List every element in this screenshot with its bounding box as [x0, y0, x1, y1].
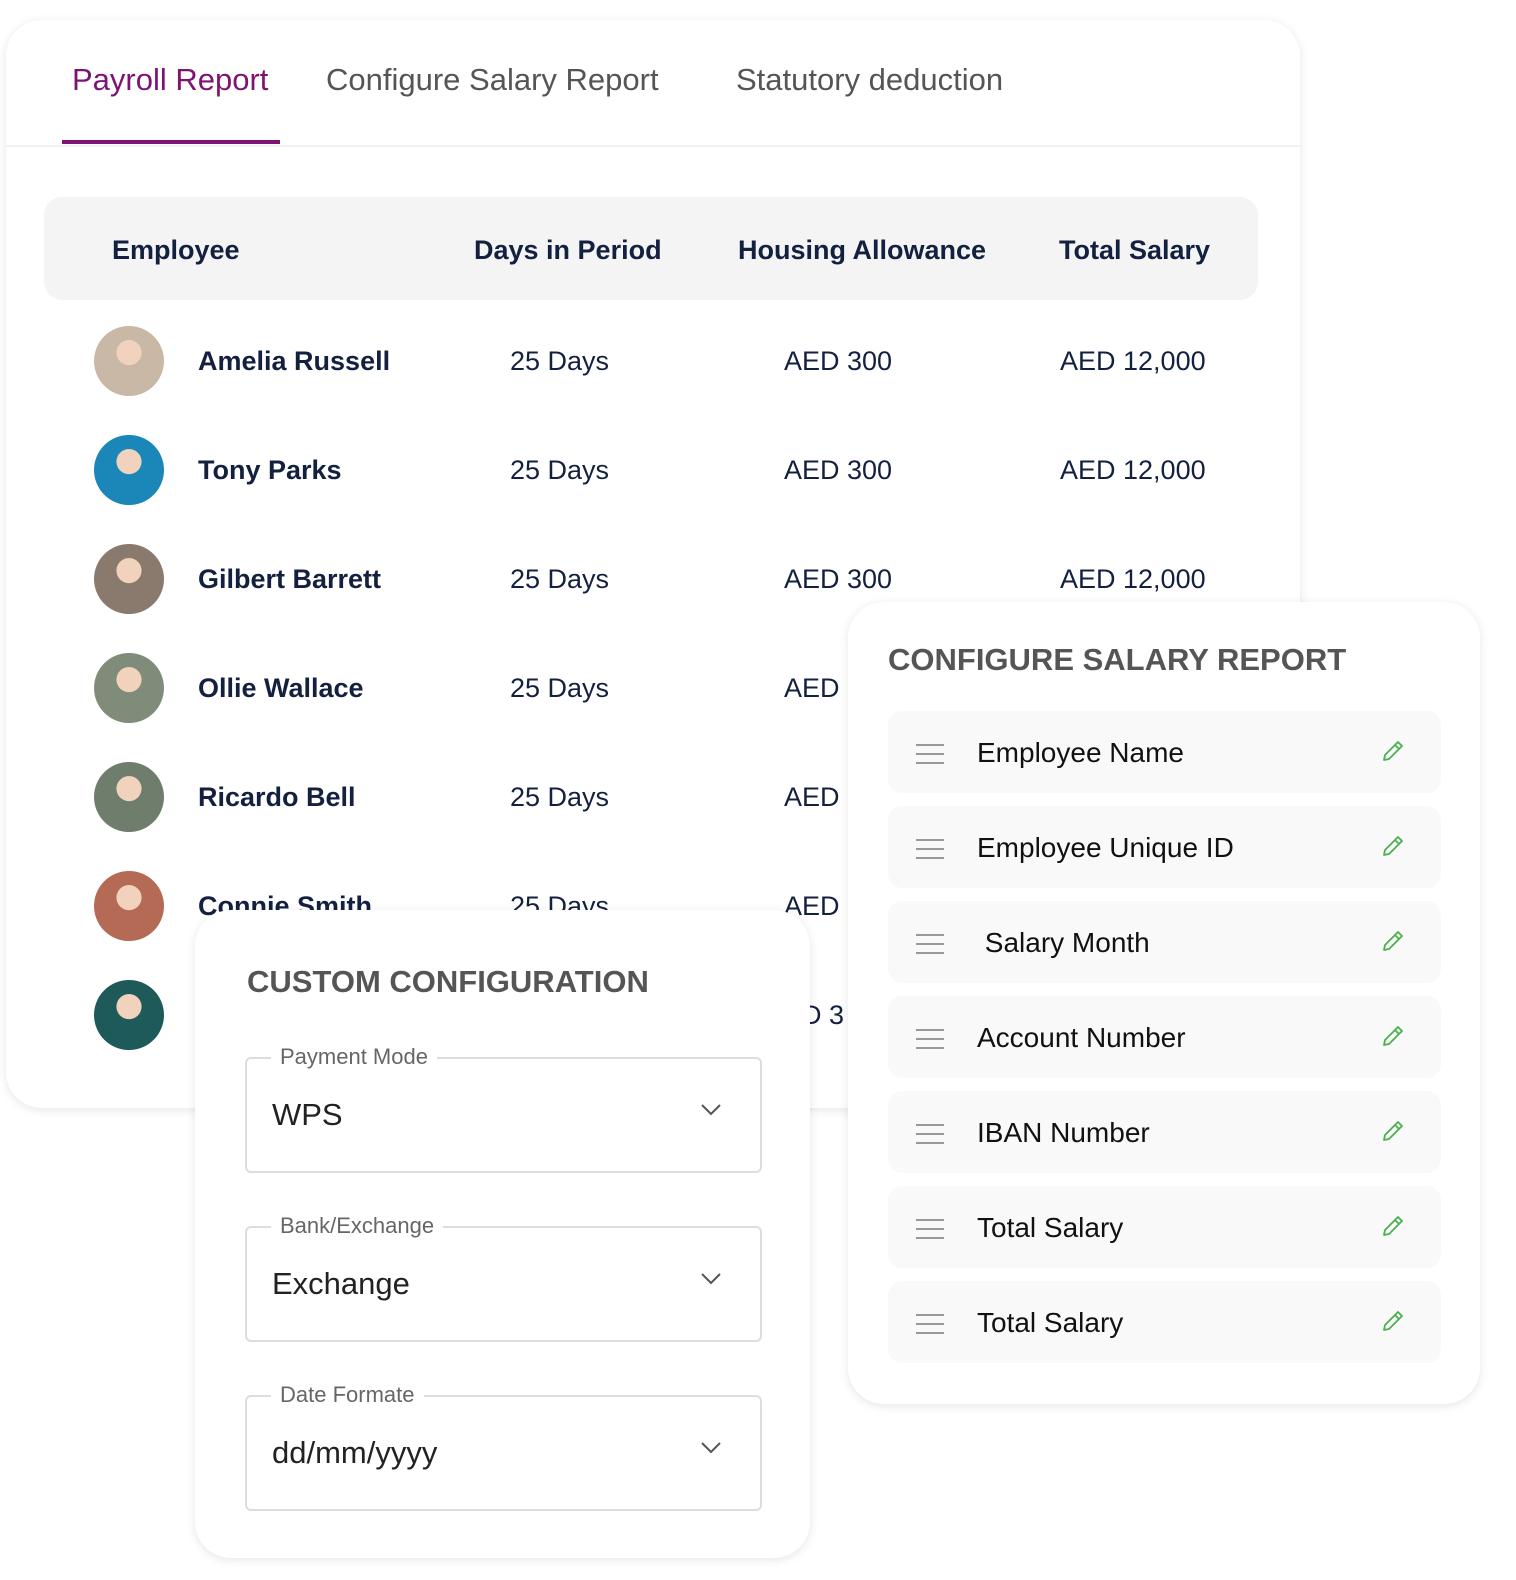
edit-pencil-icon[interactable] [1381, 1309, 1405, 1333]
report-field-item[interactable]: Employee Unique ID [888, 806, 1441, 888]
employee-name[interactable]: Ollie Wallace [198, 673, 364, 704]
column-header-total: Total Salary [1059, 235, 1211, 265]
table-row[interactable]: Amelia Russell 25 Days AED 300 AED 12,00… [6, 326, 1300, 426]
avatar [94, 980, 164, 1050]
field-label: Date Formate [271, 1382, 424, 1408]
report-field-label: Employee Name [977, 737, 1184, 768]
select-field[interactable]: Payment Mode WPS [245, 1044, 762, 1173]
table-header: Employee Days in Period Housing Allowanc… [44, 197, 1258, 300]
employee-name[interactable]: Ricardo Bell [198, 782, 356, 813]
tab-bar: Payroll Report Configure Salary Report S… [6, 20, 1300, 147]
edit-pencil-icon[interactable] [1381, 739, 1405, 763]
active-tab-indicator [62, 140, 280, 144]
edit-pencil-icon[interactable] [1381, 834, 1405, 858]
edit-pencil-icon[interactable] [1381, 929, 1405, 953]
avatar [94, 544, 164, 614]
table-row[interactable]: Tony Parks 25 Days AED 300 AED 12,000 [6, 435, 1300, 535]
report-field-label: IBAN Number [977, 1117, 1150, 1148]
avatar [94, 653, 164, 723]
report-field-item[interactable]: Account Number [888, 996, 1441, 1078]
days-in-period: 25 Days [510, 673, 610, 703]
report-field-label: Employee Unique ID [977, 832, 1234, 863]
drag-handle-icon[interactable] [916, 933, 944, 955]
drag-handle-icon[interactable] [916, 1123, 944, 1145]
custom-configuration-card: CUSTOM CONFIGURATION Payment Mode WPS Ba… [195, 910, 810, 1558]
column-header-employee: Employee [112, 235, 240, 265]
housing-allowance: AED 300 [784, 455, 893, 485]
chevron-down-icon[interactable] [700, 1103, 722, 1117]
drag-handle-icon[interactable] [916, 1028, 944, 1050]
days-in-period: 25 Days [510, 346, 610, 376]
edit-pencil-icon[interactable] [1381, 1119, 1405, 1143]
drag-handle-icon[interactable] [916, 743, 944, 765]
report-field-label: Salary Month [977, 927, 1150, 958]
column-header-housing: Housing Allowance [738, 235, 987, 265]
drag-handle-icon[interactable] [916, 1218, 944, 1240]
chevron-down-icon[interactable] [700, 1272, 722, 1286]
column-header-days: Days in Period [474, 235, 662, 265]
total-salary: AED 12,000 [1060, 564, 1206, 594]
field-value: WPS [272, 1097, 343, 1132]
field-value: dd/mm/yyyy [272, 1435, 438, 1470]
days-in-period: 25 Days [510, 782, 610, 812]
total-salary: AED 12,000 [1060, 346, 1206, 376]
select-field[interactable]: Bank/Exchange Exchange [245, 1213, 762, 1342]
configure-salary-report-title: CONFIGURE SALARY REPORT [888, 642, 1347, 677]
drag-handle-icon[interactable] [916, 838, 944, 860]
tab-configure-salary-report[interactable]: Configure Salary Report [326, 62, 659, 98]
tab-payroll-report[interactable]: Payroll Report [72, 62, 268, 98]
avatar [94, 762, 164, 832]
report-field-item[interactable]: IBAN Number [888, 1091, 1441, 1173]
report-field-item[interactable]: Employee Name [888, 711, 1441, 793]
field-label: Payment Mode [271, 1044, 437, 1070]
employee-name[interactable]: Amelia Russell [198, 346, 390, 377]
tab-statutory-deduction[interactable]: Statutory deduction [736, 62, 1003, 98]
edit-pencil-icon[interactable] [1381, 1214, 1405, 1238]
report-field-item[interactable]: Salary Month [888, 901, 1441, 983]
employee-name[interactable]: Tony Parks [198, 455, 342, 486]
days-in-period: 25 Days [510, 455, 610, 485]
avatar [94, 326, 164, 396]
chevron-down-icon[interactable] [700, 1441, 722, 1455]
field-label: Bank/Exchange [271, 1213, 444, 1239]
configure-salary-report-card: CONFIGURE SALARY REPORT Employee Name Em… [848, 602, 1480, 1404]
total-salary: AED 12,000 [1060, 455, 1206, 485]
report-field-item[interactable]: Total Salary [888, 1281, 1441, 1363]
select-field[interactable]: Date Formate dd/mm/yyyy [245, 1382, 762, 1511]
housing-allowance: AED 300 [784, 346, 893, 376]
report-field-label: Account Number [977, 1022, 1186, 1053]
report-field-label: Total Salary [977, 1307, 1124, 1338]
drag-handle-icon[interactable] [916, 1313, 944, 1335]
days-in-period: 25 Days [510, 564, 610, 594]
report-field-item[interactable]: Total Salary [888, 1186, 1441, 1268]
report-field-label: Total Salary [977, 1212, 1124, 1243]
edit-pencil-icon[interactable] [1381, 1024, 1405, 1048]
field-value: Exchange [272, 1266, 410, 1301]
avatar [94, 871, 164, 941]
avatar [94, 435, 164, 505]
custom-configuration-title: CUSTOM CONFIGURATION [247, 964, 649, 999]
employee-name[interactable]: Gilbert Barrett [198, 564, 381, 595]
housing-allowance: AED 300 [784, 564, 893, 594]
